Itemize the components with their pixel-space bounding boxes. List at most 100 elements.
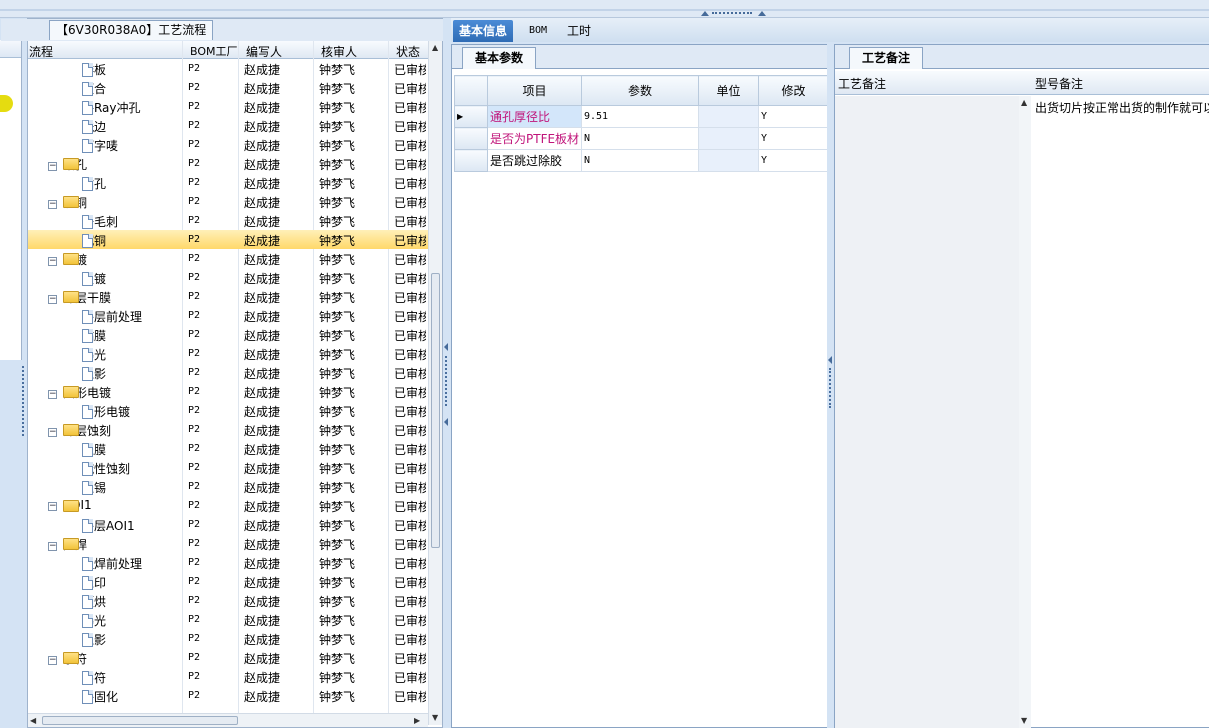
tree-row[interactable]: 板镀 P2 赵成捷 钟梦飞 已审核 [28,268,428,287]
tree-row[interactable]: 曝光 P2 赵成捷 钟梦飞 已审核 [28,610,428,629]
tree-horizontal-scrollbar[interactable]: ◀ ▶ [28,713,428,727]
tree-row[interactable]: 退膜 P2 赵成捷 钟梦飞 已审核 [28,439,428,458]
scroll-left-icon[interactable]: ◀ [30,716,36,725]
tree-row[interactable]: 图形电镀 P2 赵成捷 钟梦飞 已审核 [28,401,428,420]
collapse-toggle-icon[interactable]: − [48,428,57,437]
tree-row[interactable]: X-Ray冲孔 P2 赵成捷 钟梦飞 已审核 [28,97,428,116]
tree-row[interactable]: 显影 P2 赵成捷 钟梦飞 已审核 [28,629,428,648]
tree-row[interactable]: 字符 P2 赵成捷 钟梦飞 已审核 [28,667,428,686]
col-header-model-remarks[interactable]: 型号备注 [1035,75,1083,92]
top-splitter-bar[interactable] [0,0,1209,18]
collapse-toggle-icon[interactable]: − [48,502,57,511]
right-splitter[interactable] [827,44,834,728]
scroll-up-icon[interactable]: ▲ [1021,98,1027,107]
tree-row[interactable]: 排板 P2 赵成捷 钟梦飞 已审核 [28,59,428,78]
collapse-toggle-icon[interactable]: − [48,542,57,551]
col-header-status[interactable]: 状态 [396,43,420,60]
col-header-bom[interactable]: BOM工厂 [190,43,238,59]
tree-row[interactable]: 丝印 P2 赵成捷 钟梦飞 已审核 [28,572,428,591]
tree-row[interactable]: 外层前处理 P2 赵成捷 钟梦飞 已审核 [28,306,428,325]
collapse-toggle-icon[interactable]: − [48,162,57,171]
param-cell[interactable]: N [581,127,699,150]
collapse-toggle-icon[interactable]: − [48,390,57,399]
collapse-up-icon-2[interactable] [758,11,766,16]
tab-basic-params[interactable]: 基本参数 [462,47,537,69]
tree-row[interactable]: 沉铜 P2 赵成捷 钟梦飞 已审核 [28,230,428,249]
modify-cell[interactable]: Y [758,105,829,128]
collapse-toggle-icon[interactable]: − [48,257,57,266]
tree-row[interactable]: − 外层蚀刻 P2 赵成捷 钟梦飞 已审核 [28,420,428,439]
param-cell[interactable]: 9.51 [581,105,699,128]
tree-row[interactable]: −阻焊P2赵成捷钟梦飞已审核 [28,534,428,553]
tab-bom[interactable]: BOM [529,20,547,42]
col-header-modify[interactable]: 修改 [758,75,829,106]
process-remarks-text[interactable] [835,96,1031,728]
tree-row[interactable]: 外层AOI1 P2 赵成捷 钟梦飞 已审核 [28,515,428,534]
scroll-down-icon[interactable]: ▼ [432,713,438,722]
tab-work-hours[interactable]: 工时 [567,20,591,42]
col-header-reviewer[interactable]: 核审人 [321,43,357,60]
tree-row[interactable]: 显影 P2 赵成捷 钟梦飞 已审核 [28,363,428,382]
table-row[interactable]: ▶ 通孔厚径比 9.51 Y [454,105,829,128]
scroll-up-icon[interactable]: ▲ [432,43,438,52]
col-header-process-remarks[interactable]: 工艺备注 [838,75,886,92]
tree-row[interactable]: −AOI1P2赵成捷钟梦飞已审核 [28,496,428,515]
unit-cell[interactable] [698,105,759,128]
param-cell[interactable]: N [581,149,699,172]
table-row[interactable]: 是否为PTFE板材 N Y [454,127,829,150]
collapse-toggle-icon[interactable]: − [48,656,57,665]
left-splitter[interactable] [20,360,27,440]
status-cell: 已审核 [394,329,426,343]
tree-row[interactable]: 退锡 P2 赵成捷 钟梦飞 已审核 [28,477,428,496]
tree-row[interactable]: 阻焊前处理 P2 赵成捷 钟梦飞 已审核 [28,553,428,572]
tree-row[interactable]: 贴膜 P2 赵成捷 钟梦飞 已审核 [28,325,428,344]
tree-row[interactable]: −字符P2赵成捷钟梦飞已审核 [28,648,428,667]
collapse-toggle-icon[interactable]: − [48,200,57,209]
tree-row[interactable]: − 图形电镀 P2 赵成捷 钟梦飞 已审核 [28,382,428,401]
status-cell: 已审核 [394,405,426,419]
item-cell[interactable]: 通孔厚径比 [487,105,582,128]
middle-splitter[interactable] [443,18,450,728]
col-header-param[interactable]: 参数 [581,75,699,106]
collapse-up-icon[interactable] [701,11,709,16]
collapse-left-icon[interactable] [444,343,448,351]
tree-row[interactable]: 去毛刺 P2 赵成捷 钟梦飞 已审核 [28,211,428,230]
process-flow-title-tab[interactable]: 【6V30R038A0】工艺流程 [49,20,214,40]
tree-row[interactable]: −钻孔P2赵成捷钟梦飞已审核 [28,154,428,173]
modify-cell[interactable]: Y [758,127,829,150]
col-header-flow[interactable]: 流程 [29,43,53,60]
remarks-scrollbar[interactable]: ▲ ▼ [1019,96,1031,728]
tree-row[interactable]: 铣边 P2 赵成捷 钟梦飞 已审核 [28,116,428,135]
col-header-writer[interactable]: 编写人 [246,43,282,60]
scroll-thumb[interactable] [431,273,440,548]
scroll-right-icon[interactable]: ▶ [414,716,420,725]
tab-process-remarks[interactable]: 工艺备注 [849,47,924,69]
tree-row[interactable]: 压合 P2 赵成捷 钟梦飞 已审核 [28,78,428,97]
tab-basic-info[interactable]: 基本信息 [453,20,514,42]
tree-row[interactable]: 曝光 P2 赵成捷 钟梦飞 已审核 [28,344,428,363]
tree-vertical-scrollbar[interactable]: ▲ ▼ [428,41,442,725]
scroll-down-icon[interactable]: ▼ [1021,716,1027,725]
tree-row[interactable]: 打字唛 P2 赵成捷 钟梦飞 已审核 [28,135,428,154]
table-row[interactable]: 是否跳过除胶 N Y [454,149,829,172]
tree-row[interactable]: −沉铜P2赵成捷钟梦飞已审核 [28,192,428,211]
tree-row[interactable]: 终固化 P2 赵成捷 钟梦飞 已审核 [28,686,428,705]
tree-row[interactable]: −电镀P2赵成捷钟梦飞已审核 [28,249,428,268]
collapse-left-icon-2[interactable] [444,418,448,426]
collapse-toggle-icon[interactable]: − [48,295,57,304]
tree-row[interactable]: 预烘 P2 赵成捷 钟梦飞 已审核 [28,591,428,610]
col-header-item[interactable]: 项目 [487,75,582,106]
tree-row[interactable]: 钻孔 P2 赵成捷 钟梦飞 已审核 [28,173,428,192]
item-cell[interactable]: 是否跳过除胶 [487,149,582,172]
h-scroll-thumb[interactable] [42,716,238,725]
model-remarks-text[interactable]: 出货切片按正常出货的制作就可以 [1035,99,1209,116]
unit-cell[interactable] [698,127,759,150]
item-cell[interactable]: 是否为PTFE板材 [487,127,582,150]
col-header-unit[interactable]: 单位 [698,75,759,106]
tree-row[interactable]: 碱性蚀刻 P2 赵成捷 钟梦飞 已审核 [28,458,428,477]
unit-cell[interactable] [698,149,759,172]
modify-cell[interactable]: Y [758,149,829,172]
collapse-left-icon-3[interactable] [828,356,832,364]
tree-row[interactable]: − 外层干膜 P2 赵成捷 钟梦飞 已审核 [28,287,428,306]
splitter-grip[interactable] [712,12,752,16]
